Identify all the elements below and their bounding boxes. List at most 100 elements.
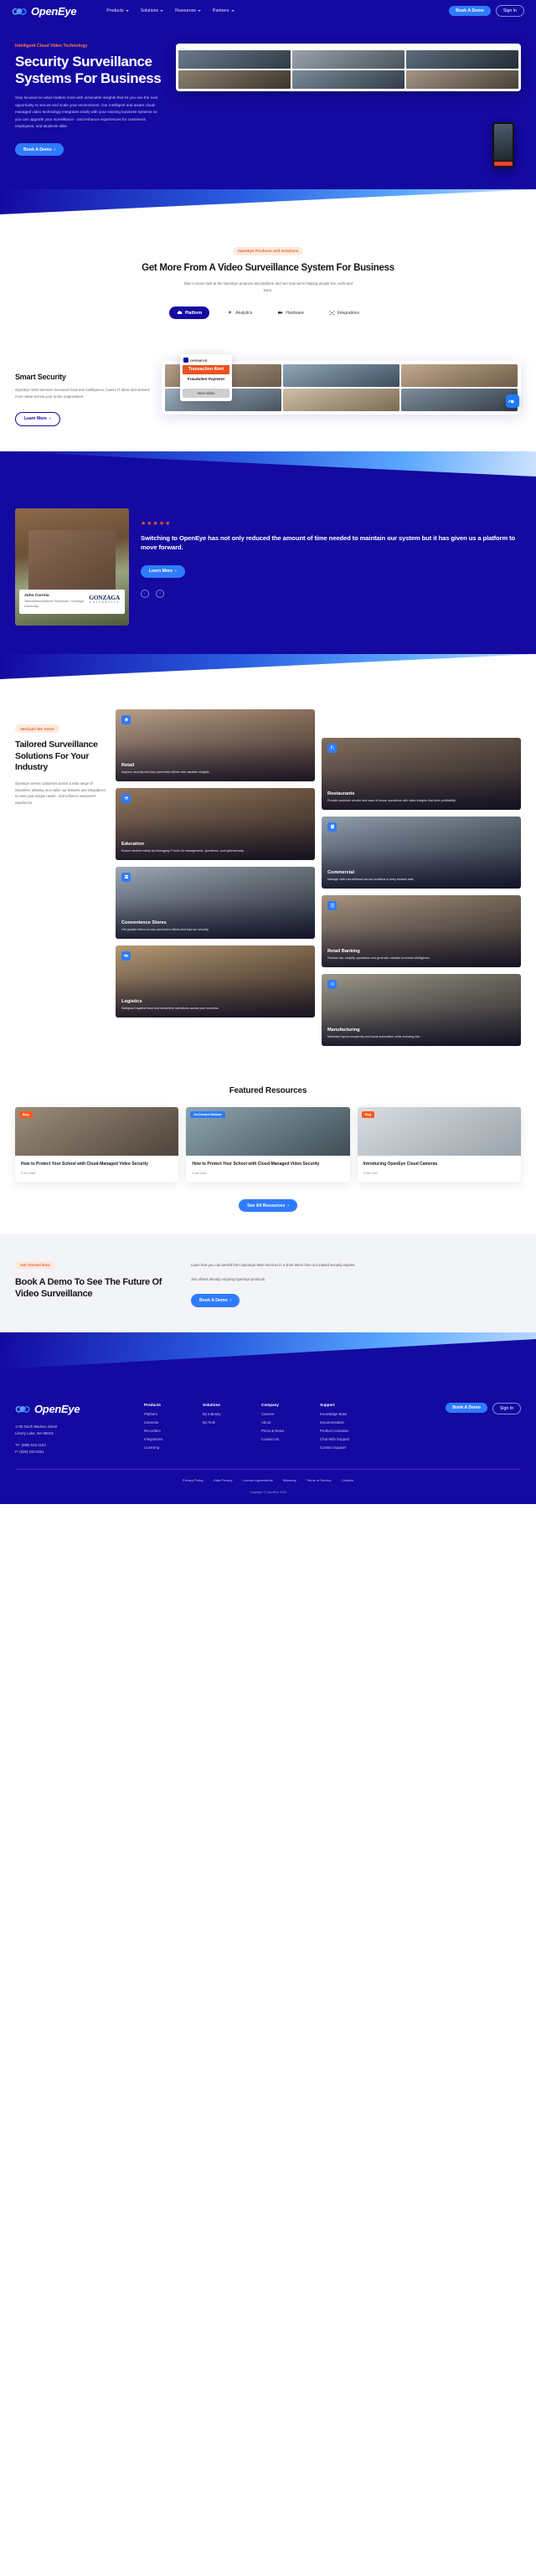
tab-hardware[interactable]: Hardware bbox=[270, 307, 312, 319]
vertical-title: Convenience Stores bbox=[121, 920, 167, 925]
resource-badge: Blog bbox=[19, 1110, 33, 1118]
vertical-card-logistics[interactable]: Logistics Safeguard against fraud and st… bbox=[116, 945, 315, 1018]
testimonial-person-role: Telecommunications Technician, Gonzaga U… bbox=[24, 599, 84, 608]
testimonial-learn-more-button[interactable]: Learn More › bbox=[141, 564, 185, 578]
footer-link[interactable]: Product Activation bbox=[320, 1429, 367, 1433]
featured-resources-section: Featured Resources Blog How to Protect Y… bbox=[0, 1070, 536, 1234]
carousel-prev-button[interactable]: ‹ bbox=[141, 589, 149, 598]
tab-integrations[interactable]: Integrations bbox=[322, 307, 367, 319]
window-dot-icon bbox=[183, 47, 185, 49]
footer-link[interactable]: Press & News bbox=[261, 1429, 308, 1433]
nav-item-partners[interactable]: Partners bbox=[213, 8, 234, 13]
footer-link[interactable]: Chat With Support bbox=[320, 1437, 367, 1441]
resource-badge: Blog bbox=[361, 1110, 375, 1118]
footer-column-heading: Company bbox=[261, 1402, 279, 1407]
vertical-card-education[interactable]: Education Ensure student safety by lever… bbox=[116, 787, 315, 860]
tab-analytics[interactable]: Analytics bbox=[219, 307, 260, 319]
camera-tile bbox=[401, 364, 518, 388]
book-demo-button[interactable]: Book A Demo › bbox=[191, 1294, 240, 1307]
legal-link[interactable]: Data Privacy bbox=[214, 1478, 233, 1482]
vertical-card-commercial[interactable]: Commercial Manage video surveillance acr… bbox=[322, 816, 521, 889]
page-root: OpenEye Products Solutions Resources Par… bbox=[0, 0, 536, 1504]
vertical-title: Restaurants bbox=[327, 791, 355, 796]
footer-link[interactable]: Contact Us bbox=[261, 1437, 308, 1441]
org-name: GONZAGA bbox=[89, 593, 120, 601]
footer-link[interactable]: Knowledge Base bbox=[320, 1412, 367, 1416]
camera-tile bbox=[291, 70, 405, 89]
verticals-column-right: Restaurants Provide customer service and… bbox=[322, 709, 521, 1046]
window-dot-icon bbox=[180, 47, 182, 49]
footer-link[interactable]: About bbox=[261, 1420, 308, 1425]
footer-link[interactable]: By Industry bbox=[203, 1412, 250, 1416]
resource-meta: 5 min read bbox=[21, 1171, 35, 1175]
verticals-paragraph: OpenEye serves customers across a wide r… bbox=[15, 781, 106, 805]
vertical-desc: Reduce risk, simplify operations and gen… bbox=[327, 956, 430, 960]
footer-column-products: Products Platform Cameras Recorders Inte… bbox=[144, 1403, 191, 1456]
brand-logo[interactable]: OpenEye bbox=[12, 5, 77, 18]
resource-card-2[interactable]: On-Demand Webinar How to Protect Your Sc… bbox=[186, 1106, 350, 1182]
carousel-controls: ‹ › bbox=[141, 589, 521, 598]
footer-sign-in-button[interactable]: Sign In bbox=[492, 1402, 521, 1414]
footer-column-support: Support Knowledge Base Documentation Pro… bbox=[320, 1403, 367, 1456]
footer-link[interactable]: Cameras bbox=[144, 1420, 191, 1425]
see-all-resources-button[interactable]: See All Resources › bbox=[239, 1199, 297, 1213]
carousel-next-button[interactable]: › bbox=[156, 589, 164, 598]
vertical-card-retail-banking[interactable]: Retail Banking Reduce risk, simplify ope… bbox=[322, 894, 521, 967]
phone-mockup bbox=[492, 122, 514, 168]
footer-link[interactable]: Recorders bbox=[144, 1429, 191, 1433]
footer-book-demo-button[interactable]: Book A Demo bbox=[446, 1402, 487, 1414]
product-tabs: Platform Analytics Hardware Integrations bbox=[15, 307, 521, 320]
wave-shape bbox=[0, 1338, 536, 1383]
hero-section: Intelligent Cloud Video Technology Secur… bbox=[0, 22, 536, 190]
vertical-card-restaurants[interactable]: Restaurants Provide customer service and… bbox=[322, 737, 521, 810]
nav-item-solutions[interactable]: Solutions bbox=[141, 8, 164, 13]
footer-link[interactable]: Platform bbox=[144, 1412, 191, 1416]
nav-item-resources[interactable]: Resources bbox=[175, 8, 201, 13]
legal-link[interactable]: License Agreements bbox=[243, 1478, 273, 1482]
wave-shape bbox=[0, 653, 536, 689]
chevron-down-icon bbox=[197, 10, 201, 12]
tab-platform[interactable]: Platform bbox=[168, 307, 210, 320]
footer-phone-tollfree: TF: (888) 542-1103 bbox=[15, 1442, 46, 1447]
footer-link[interactable]: Integrations bbox=[144, 1437, 191, 1441]
resource-thumbnail: On-Demand Webinar bbox=[186, 1106, 350, 1156]
legal-link[interactable]: Warranty bbox=[283, 1478, 296, 1482]
tab-label: Platform bbox=[184, 310, 203, 316]
resource-thumbnail: Blog bbox=[357, 1106, 521, 1156]
phone-screen bbox=[494, 124, 513, 162]
legal-link[interactable]: Cookies bbox=[342, 1478, 353, 1482]
testimonial-image: John Correia Telecommunications Technici… bbox=[15, 507, 129, 626]
hero-book-demo-button[interactable]: Book A Demo › bbox=[15, 142, 64, 157]
header-sign-in-button[interactable]: Sign In bbox=[495, 4, 524, 18]
legal-link[interactable]: Terms of Service bbox=[307, 1478, 332, 1482]
testimonial-attribution-card: John Correia Telecommunications Technici… bbox=[19, 589, 125, 614]
camera-tile bbox=[283, 364, 399, 388]
vertical-card-convenience-stores[interactable]: Convenience Stores Get greater return on… bbox=[116, 866, 315, 939]
nav-item-products[interactable]: Products bbox=[106, 8, 129, 13]
view-video-button[interactable]: View Video bbox=[183, 389, 229, 398]
vertical-card-retail[interactable]: Retail Improve security and loss prevent… bbox=[116, 708, 315, 781]
footer-link[interactable]: Contact Support bbox=[320, 1445, 367, 1450]
header-book-demo-button[interactable]: Book A Demo bbox=[449, 5, 491, 17]
openeye-logo-icon bbox=[183, 358, 188, 363]
footer-link[interactable]: Licensing bbox=[144, 1445, 191, 1450]
legal-link[interactable]: Privacy Policy bbox=[183, 1478, 204, 1482]
openeye-cloud-logo-icon bbox=[508, 399, 514, 404]
testimonial-person-name: John Correia bbox=[24, 593, 49, 598]
smart-security-learn-more-button[interactable]: Learn More › bbox=[15, 411, 60, 426]
resource-title: How to Protect Your School with Cloud-Ma… bbox=[21, 1161, 148, 1167]
vertical-card-manufacturing[interactable]: Manufacturing Maximize layout complexity… bbox=[322, 973, 521, 1046]
hero-eyebrow: Intelligent Cloud Video Technology bbox=[15, 44, 88, 49]
arrow-right-icon: › bbox=[174, 569, 177, 574]
footer-link[interactable]: Documentation bbox=[320, 1420, 367, 1425]
overflow-menu-icon[interactable]: ⋯ bbox=[225, 358, 229, 363]
resource-card-1[interactable]: Blog How to Protect Your School with Clo… bbox=[15, 1106, 179, 1182]
resource-card-3[interactable]: Blog Introducing OpenEye Cloud Cameras 3… bbox=[357, 1106, 521, 1182]
resource-meta: 3 min read bbox=[363, 1171, 378, 1175]
footer-brand-logo[interactable]: OpenEye bbox=[15, 1403, 132, 1415]
building-photo bbox=[28, 529, 116, 595]
footer-link[interactable]: By Role bbox=[203, 1420, 250, 1425]
camera-tile bbox=[291, 50, 405, 69]
book-demo-paragraph-2: Join others already enjoying OpenEye pro… bbox=[191, 1277, 266, 1282]
footer-link[interactable]: Careers bbox=[261, 1412, 308, 1416]
